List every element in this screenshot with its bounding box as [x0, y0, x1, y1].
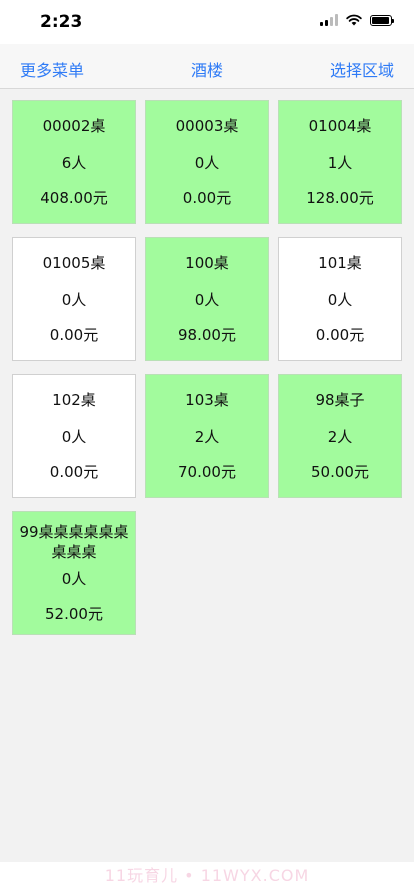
- table-grid: 00002桌 6人 408.00元 00003桌 0人 0.00元 01004桌…: [12, 100, 402, 635]
- table-amount: 408.00元: [40, 189, 108, 207]
- table-people: 0人: [327, 291, 353, 309]
- table-card[interactable]: 100桌 0人 98.00元: [145, 237, 269, 361]
- table-name: 98桌子: [315, 391, 365, 409]
- table-card[interactable]: 01005桌 0人 0.00元: [12, 237, 136, 361]
- table-name: 102桌: [52, 391, 96, 409]
- table-amount: 0.00元: [49, 326, 99, 344]
- table-amount: 98.00元: [178, 326, 236, 344]
- table-people: 1人: [327, 154, 353, 172]
- table-people: 0人: [194, 154, 220, 172]
- table-card[interactable]: 102桌 0人 0.00元: [12, 374, 136, 498]
- navigation-bar: 更多菜单 酒楼 选择区域: [0, 44, 414, 89]
- table-name: 99桌桌桌桌桌桌桌桌桌: [19, 523, 129, 561]
- table-amount: 0.00元: [315, 326, 365, 344]
- table-amount: 70.00元: [178, 463, 236, 481]
- status-time: 2:23: [40, 12, 83, 32]
- table-people: 0人: [61, 291, 87, 309]
- table-name: 00003桌: [175, 117, 239, 135]
- table-name: 01005桌: [42, 254, 106, 272]
- table-people: 2人: [194, 428, 220, 446]
- table-name: 00002桌: [42, 117, 106, 135]
- select-area-button[interactable]: 选择区域: [330, 57, 394, 81]
- status-icons: [320, 14, 394, 26]
- table-card[interactable]: 00002桌 6人 408.00元: [12, 100, 136, 224]
- table-card[interactable]: 103桌 2人 70.00元: [145, 374, 269, 498]
- table-name: 101桌: [318, 254, 362, 272]
- table-card[interactable]: 00003桌 0人 0.00元: [145, 100, 269, 224]
- table-people: 6人: [61, 154, 87, 172]
- table-people: 0人: [61, 428, 87, 446]
- table-people: 2人: [327, 428, 353, 446]
- table-amount: 0.00元: [49, 463, 99, 481]
- table-name: 103桌: [185, 391, 229, 409]
- status-bar: 2:23: [0, 0, 414, 44]
- table-amount: 128.00元: [306, 189, 374, 207]
- table-amount: 50.00元: [311, 463, 369, 481]
- table-card[interactable]: 99桌桌桌桌桌桌桌桌桌 0人 52.00元: [12, 511, 136, 635]
- table-people: 0人: [194, 291, 220, 309]
- table-people: 0人: [61, 570, 87, 588]
- table-amount: 52.00元: [45, 605, 103, 623]
- watermark: 11玩育儿 • 11WYX.COM: [0, 862, 414, 896]
- table-card[interactable]: 98桌子 2人 50.00元: [278, 374, 402, 498]
- table-card[interactable]: 101桌 0人 0.00元: [278, 237, 402, 361]
- table-name: 01004桌: [308, 117, 372, 135]
- table-amount: 0.00元: [182, 189, 232, 207]
- wifi-icon: [346, 14, 362, 26]
- table-name: 100桌: [185, 254, 229, 272]
- cellular-signal-icon: [320, 14, 338, 26]
- table-card[interactable]: 01004桌 1人 128.00元: [278, 100, 402, 224]
- battery-icon: [370, 14, 394, 26]
